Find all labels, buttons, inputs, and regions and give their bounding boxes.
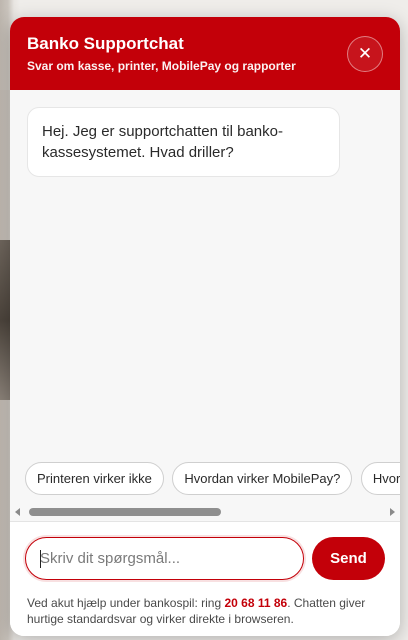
send-button[interactable]: Send	[312, 537, 385, 580]
scrollbar-thumb[interactable]	[29, 508, 221, 516]
suggestion-chips: Printeren virker ikke Hvordan virker Mob…	[25, 462, 400, 495]
chat-subtitle: Svar om kasse, printer, MobilePay og rap…	[27, 59, 296, 73]
chat-title: Banko Supportchat	[27, 34, 184, 53]
message-list[interactable]: Hej. Jeg er supportchatten til banko-kas…	[10, 90, 400, 521]
question-input-wrapper[interactable]	[25, 537, 304, 580]
bot-message: Hej. Jeg er supportchatten til banko-kas…	[27, 107, 340, 177]
text-caret	[40, 550, 41, 568]
close-icon: ✕	[357, 44, 373, 63]
horizontal-scrollbar[interactable]	[10, 505, 400, 519]
chat-header: Banko Supportchat Svar om kasse, printer…	[10, 17, 400, 90]
chevron-right-icon[interactable]	[390, 508, 395, 516]
composer: Send Ved akut hjælp under bankospil: rin…	[10, 521, 400, 636]
chevron-left-icon[interactable]	[15, 508, 20, 516]
footnote-text-before: Ved akut hjælp under bankospil: ring	[27, 596, 225, 610]
suggestion-bar: Printeren virker ikke Hvordan virker Mob…	[10, 461, 400, 521]
emergency-phone[interactable]: 20 68 11 86	[224, 596, 287, 610]
suggestion-chip-partial[interactable]: Hvordan	[360, 462, 400, 495]
suggestion-chip-printer[interactable]: Printeren virker ikke	[25, 462, 164, 495]
help-footnote: Ved akut hjælp under bankospil: ring 20 …	[27, 595, 377, 627]
question-input[interactable]	[26, 538, 303, 579]
suggestion-chip-mobilepay[interactable]: Hvordan virker MobilePay?	[172, 462, 353, 495]
close-button[interactable]: ✕	[347, 36, 383, 72]
support-chat-widget: Banko Supportchat Svar om kasse, printer…	[10, 17, 400, 636]
